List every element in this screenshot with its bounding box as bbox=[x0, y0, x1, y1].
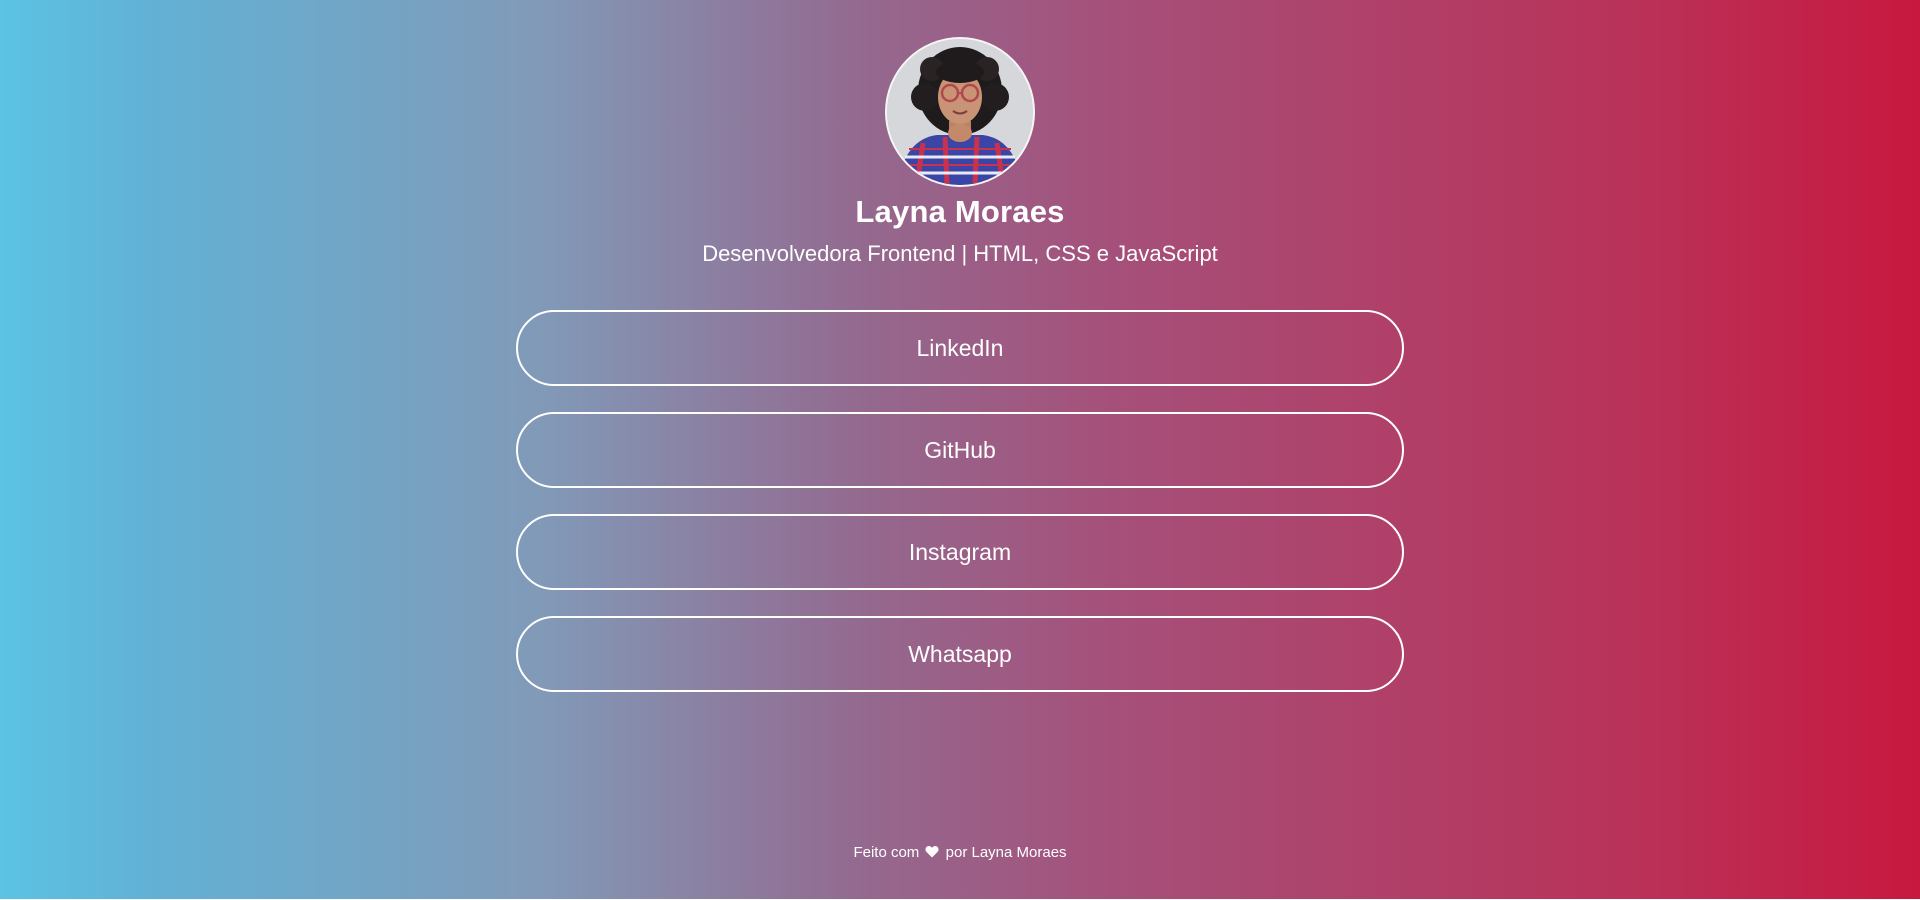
linkedin-button[interactable]: LinkedIn bbox=[516, 310, 1404, 386]
footer-suffix: por Layna Moraes bbox=[945, 844, 1067, 861]
heart-icon bbox=[925, 846, 940, 858]
profile-subtitle: Desenvolvedora Frontend | HTML, CSS e Ja… bbox=[702, 241, 1218, 266]
page-background: Layna Moraes Desenvolvedora Frontend | H… bbox=[0, 0, 1920, 899]
avatar bbox=[885, 37, 1035, 187]
profile-photo bbox=[887, 39, 1033, 185]
profile-name: Layna Moraes bbox=[855, 194, 1065, 229]
footer-prefix: Feito com bbox=[853, 844, 920, 861]
footer: Feito com por Layna Moraes bbox=[0, 843, 1920, 863]
profile-header: Layna Moraes Desenvolvedora Frontend | H… bbox=[0, 37, 1920, 268]
github-button[interactable]: GitHub bbox=[516, 412, 1404, 488]
instagram-button[interactable]: Instagram bbox=[516, 514, 1404, 590]
links-list: LinkedIn GitHub Instagram Whatsapp bbox=[516, 310, 1404, 718]
whatsapp-button[interactable]: Whatsapp bbox=[516, 616, 1404, 692]
